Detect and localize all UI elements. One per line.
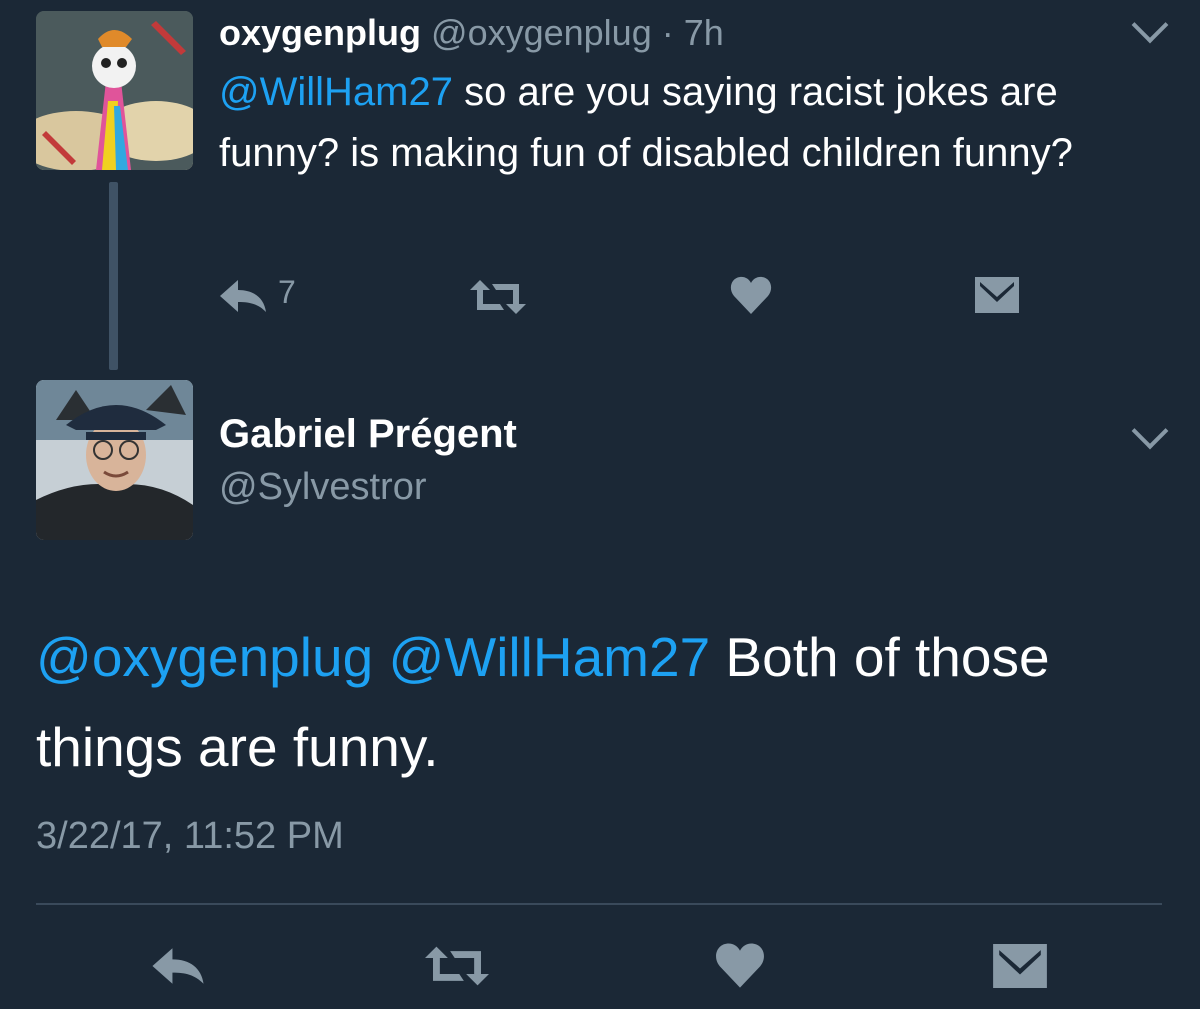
mention-link[interactable]: @WillHam27	[388, 626, 710, 688]
envelope-icon[interactable]	[975, 277, 1019, 313]
user-handle[interactable]: @Sylvestror	[219, 461, 427, 513]
heart-icon[interactable]	[715, 942, 765, 988]
reply-count: 7	[278, 274, 296, 310]
reply-icon[interactable]	[150, 946, 206, 986]
tweet-text: @WillHam27 so are you saying racist joke…	[219, 62, 1169, 184]
retweet-icon[interactable]	[425, 946, 489, 986]
retweet-icon[interactable]	[470, 280, 526, 314]
tweet-timestamp: 3/22/17, 11:52 PM	[36, 815, 344, 857]
display-name[interactable]: Gabriel Prégent	[219, 408, 517, 460]
thread-connector-line	[109, 182, 118, 370]
tweet-text: @oxygenplug @WillHam27 Both of those thi…	[36, 612, 1176, 792]
avatar-oxygenplug[interactable]	[36, 11, 193, 170]
mention-link[interactable]: @WillHam27	[219, 70, 453, 114]
display-name[interactable]: oxygenplug	[219, 12, 421, 53]
chevron-down-icon[interactable]	[1131, 412, 1169, 450]
tweet-header: oxygenplug @oxygenplug · 7h	[219, 9, 724, 57]
profile-photo-avatar-icon	[36, 380, 193, 540]
psychedelic-art-avatar-icon	[36, 11, 193, 170]
chevron-down-icon[interactable]	[1131, 6, 1169, 44]
separator-dot: ·	[651, 12, 684, 53]
heart-icon[interactable]	[730, 276, 772, 314]
envelope-icon[interactable]	[993, 944, 1047, 988]
avatar-sylvestror[interactable]	[36, 380, 193, 540]
mention-link[interactable]: @oxygenplug	[36, 626, 373, 688]
user-handle[interactable]: @oxygenplug	[431, 12, 652, 53]
divider	[36, 903, 1162, 905]
tweet-time[interactable]: 7h	[684, 12, 724, 53]
reply-icon[interactable]	[218, 278, 268, 314]
